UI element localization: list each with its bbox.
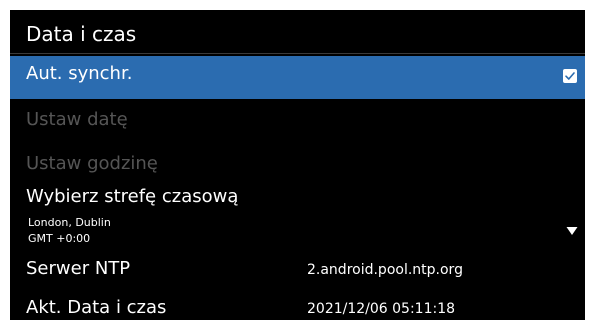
current-datetime-value: 2021/12/06 05:11:18 bbox=[307, 301, 456, 317]
auto-sync-label: Aut. synchr. bbox=[26, 63, 133, 84]
auto-sync-row[interactable]: Aut. synchr. bbox=[10, 56, 585, 99]
ntp-server-label: Serwer NTP bbox=[26, 258, 131, 279]
ntp-server-value: 2.android.pool.ntp.org bbox=[307, 262, 463, 278]
timezone-city: London, Dublin bbox=[28, 216, 111, 229]
chevron-down-icon[interactable] bbox=[566, 226, 578, 236]
timezone-label: Wybierz strefę czasową bbox=[26, 186, 239, 207]
title-divider bbox=[10, 53, 585, 54]
set-time-label: Ustaw godzinę bbox=[26, 153, 158, 174]
ntp-server-row[interactable]: Serwer NTP 2.android.pool.ntp.org bbox=[10, 252, 585, 286]
timezone-row[interactable]: Wybierz strefę czasową London, Dublin GM… bbox=[10, 182, 585, 252]
current-datetime-row: Akt. Data i czas 2021/12/06 05:11:18 bbox=[10, 292, 585, 320]
set-date-row[interactable]: Ustaw datę bbox=[10, 102, 585, 144]
page-title: Data i czas bbox=[26, 22, 137, 46]
auto-sync-checkbox[interactable] bbox=[563, 69, 577, 83]
set-date-label: Ustaw datę bbox=[26, 109, 128, 130]
current-datetime-label: Akt. Data i czas bbox=[26, 297, 167, 318]
checkbox-checked-icon bbox=[565, 72, 575, 80]
timezone-offset: GMT +0:00 bbox=[28, 232, 91, 245]
date-time-settings-panel: Data i czas Aut. synchr. Ustaw datę Usta… bbox=[10, 10, 585, 320]
